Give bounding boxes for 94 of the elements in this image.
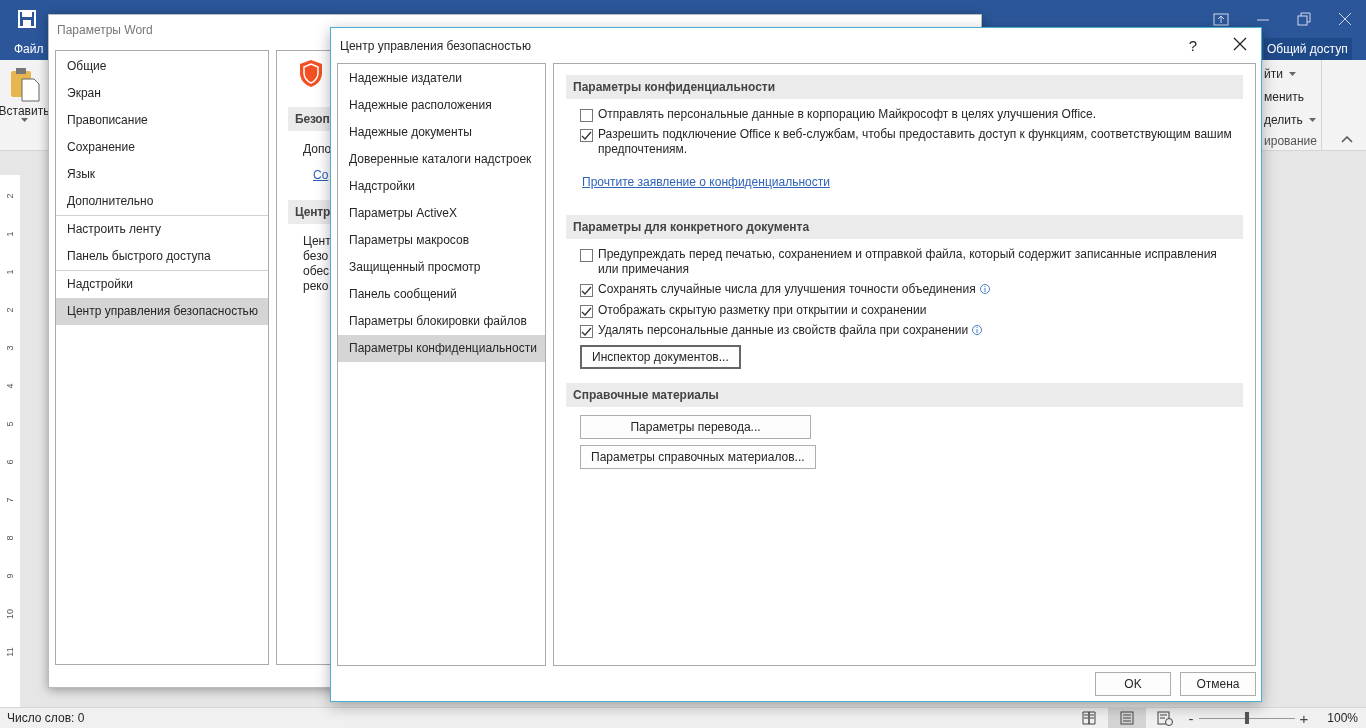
info-icon [972,325,983,335]
shield-icon [298,59,324,89]
paste-label[interactable]: Вставить [0,104,50,118]
restore-icon[interactable] [1297,11,1311,27]
checkbox-label[interactable]: Предупреждать перед печатью, сохранением и отправкой файла, который содержит записанные исправления или примечания [598,247,1243,277]
nav-item[interactable]: Надстройки [56,271,268,298]
option-button[interactable]: Параметры перевода... [580,415,811,439]
checkbox[interactable] [580,325,593,338]
option-button[interactable]: Параметры справочных материалов... [580,445,816,469]
ruler-number: 7 [4,497,16,503]
nav-item[interactable]: Сохранение [56,134,268,161]
checkbox[interactable] [580,109,593,122]
caret-icon[interactable] [20,118,28,122]
paste-icon[interactable] [8,66,40,102]
web-layout-icon[interactable] [1156,710,1173,726]
group-label: ирование [1264,134,1318,148]
nav-item[interactable]: Экран [56,80,268,107]
ruler-number: 5 [4,421,16,427]
checkbox[interactable] [580,249,593,262]
nav-item[interactable]: Панель сообщений [338,281,545,308]
ribbon-command[interactable]: менить [1264,90,1304,104]
zoom-out-button[interactable]: - [1183,709,1199,727]
word-count: Число слов: 0 [6,711,85,725]
check-icon [581,286,592,295]
read-mode-icon[interactable] [1080,710,1097,726]
ruler-number: 6 [4,459,16,465]
option-button[interactable]: Инспектор документов... [580,345,741,369]
caret-icon [1308,117,1316,122]
nav-item[interactable]: Доверенные каталоги надстроек [338,146,545,173]
section-header: Безоп [294,112,330,126]
checkbox-label[interactable]: Разрешить подключение Office к веб-службам, чтобы предоставить доступ к функциям, соответствующим вашим предпочтениям. [598,127,1243,157]
nav-item[interactable]: Правописание [56,107,268,134]
nav-item[interactable]: Параметры макросов [338,227,545,254]
nav-item[interactable]: Общие [56,53,268,80]
panel-link[interactable]: Со [313,168,329,182]
checkbox-label[interactable]: Удалять персональные данные из свойств файла при сохранении [598,323,969,337]
checkbox-label[interactable]: Отправлять персональные данные в корпорацию Майкрософт в целях улучшения Office. [598,107,1243,122]
nav-item[interactable]: Защищенный просмотр [338,254,545,281]
ruler-number: 3 [4,345,16,351]
ruler-number: 1 [4,269,16,275]
nav-item[interactable]: Надстройки [338,173,545,200]
check-icon [581,327,592,336]
nav-item[interactable]: Надежные документы [338,119,545,146]
check-icon [581,307,592,316]
nav-item[interactable]: Язык [56,161,268,188]
ruler-number: 4 [4,383,16,389]
ruler-number: 1 [4,231,16,237]
ruler-number: 9 [4,573,16,579]
dialog-button[interactable]: Отмена [1180,672,1256,696]
nav-item[interactable]: Параметры конфиденциальности [338,335,545,362]
share-button[interactable]: Общий доступ [1264,38,1352,60]
check-icon [581,131,592,140]
info-icon [979,284,990,294]
save-icon[interactable] [18,10,36,28]
section-header: Параметры для конкретного документа [566,215,1243,239]
ruler-number: 2 [4,307,16,313]
ribbon-display-icon[interactable] [1213,11,1229,27]
dialog-title: Центр управления безопасностью [340,38,531,53]
nav-item[interactable]: Дополнительно [56,188,268,215]
nav-item[interactable]: Центр управления безопасностью [56,298,268,325]
nav-item[interactable]: Надежные издатели [338,65,545,92]
dialog-button[interactable]: OK [1095,672,1171,696]
privacy-link[interactable]: Прочтите заявление о конфиденциальности [582,175,830,189]
ribbon-command[interactable]: йти [1264,67,1283,82]
panel-paragraph: Цент безо обес реко [303,234,331,294]
print-layout-icon[interactable] [1118,710,1135,726]
file-tab[interactable]: Файл [0,38,50,60]
nav-item[interactable]: Параметры блокировки файлов [338,308,545,335]
nav-item[interactable]: Надежные расположения [338,92,545,119]
ruler-number: 10 [4,609,16,619]
checkbox-label[interactable]: Сохранять случайные числа для улучшения точности объединения [598,282,976,296]
checkbox[interactable] [580,129,593,142]
panel-text: Допо [303,141,332,157]
nav-item[interactable]: Параметры ActiveX [338,200,545,227]
close-icon[interactable] [1233,37,1247,51]
section-header: Справочные материалы [566,383,1243,407]
nav-item[interactable]: Панель быстрого доступа [56,243,268,270]
checkbox[interactable] [580,284,593,297]
section-header: Центр [294,205,331,219]
zoom-thumb[interactable] [1244,712,1249,724]
ruler-number: 11 [4,647,16,657]
ruler-number: 8 [4,535,16,541]
checkbox[interactable] [580,305,593,318]
help-button[interactable]: ? [1182,36,1203,55]
checkbox-label[interactable]: Отображать скрытую разметку при открытии и сохранении [598,303,1243,318]
caret-icon [1288,72,1296,77]
ruler-number: 2 [4,193,16,199]
section-header: Параметры конфиденциальности [566,75,1243,99]
nav-item[interactable]: Настроить ленту [56,216,268,243]
dialog-title: Параметры Word [57,23,153,37]
zoom-in-button[interactable]: + [1294,709,1314,727]
zoom-level[interactable]: 100% [1313,711,1366,725]
ribbon-command[interactable]: делить [1264,112,1303,127]
collapse-icon[interactable] [1341,136,1353,144]
